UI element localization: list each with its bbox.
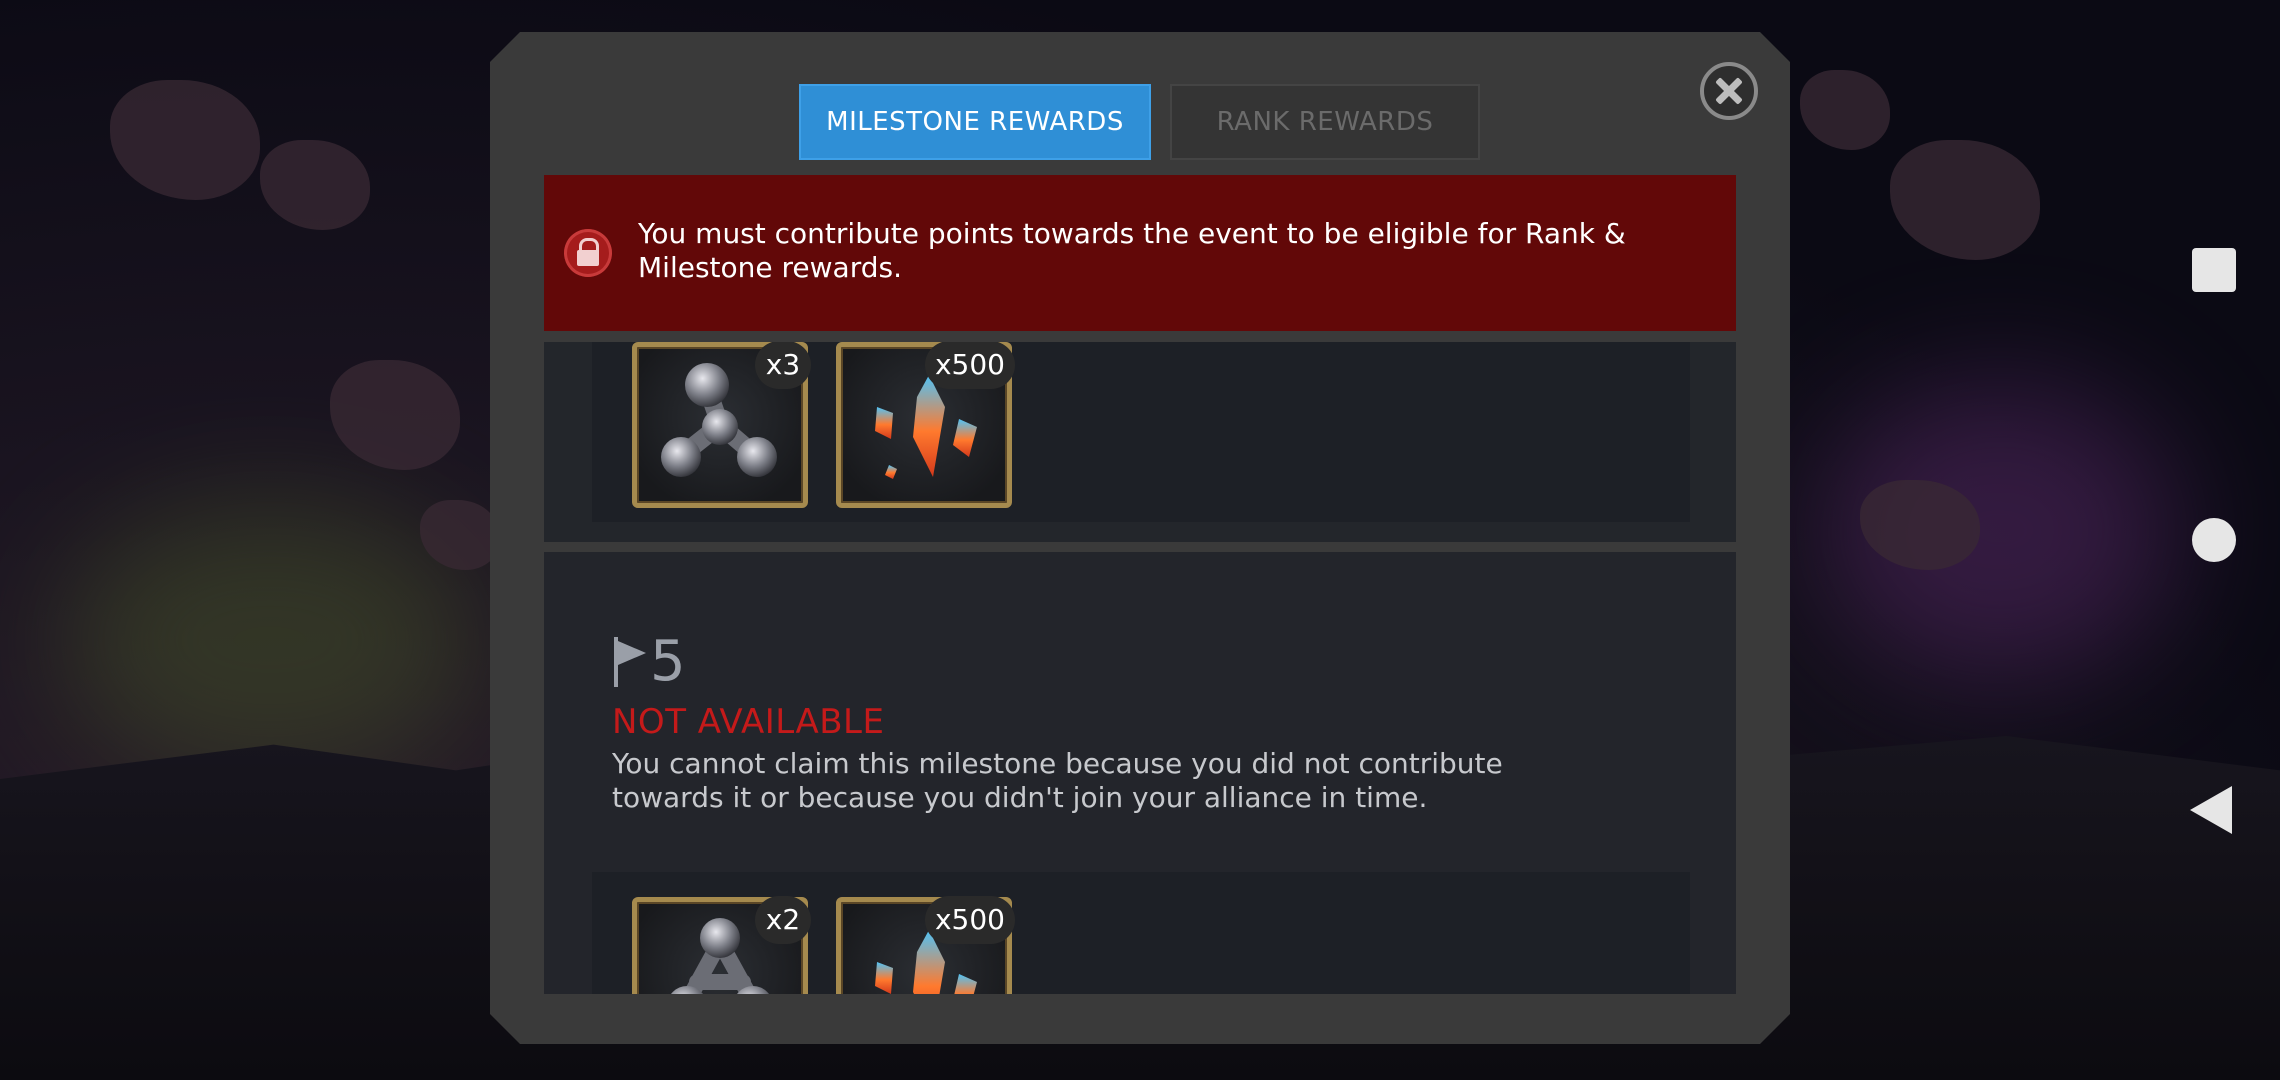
- tab-rank-rewards[interactable]: RANK REWARDS: [1170, 84, 1480, 160]
- milestone-number-value: 5: [650, 629, 686, 694]
- flag-cloth: [618, 641, 646, 665]
- reward-count: x3: [755, 342, 811, 389]
- milestone-number: 5: [612, 634, 686, 690]
- warning-message: You must contribute points towards the e…: [638, 217, 1626, 284]
- reward-count: x2: [755, 896, 811, 944]
- reward-item[interactable]: x500: [836, 342, 1015, 508]
- close-button[interactable]: [1700, 62, 1758, 120]
- asteroid: [1890, 140, 2040, 260]
- milestone-list[interactable]: x3 x500 5 NOT AVAILABLE You cannot claim…: [544, 342, 1736, 994]
- recent-apps-button[interactable]: [2192, 248, 2236, 292]
- asteroid: [260, 140, 370, 230]
- home-button[interactable]: [2192, 518, 2236, 562]
- status-not-available: NOT AVAILABLE: [612, 702, 885, 742]
- milestone-card: x3 x500: [544, 342, 1736, 542]
- reward-count: x500: [924, 896, 1015, 944]
- asteroid: [330, 360, 460, 470]
- reward-item[interactable]: x500: [836, 896, 1015, 994]
- asteroid: [110, 80, 260, 200]
- eligibility-warning-banner: You must contribute points towards the e…: [544, 175, 1736, 331]
- reward-item[interactable]: x3: [632, 342, 811, 508]
- reward-count: x500: [924, 342, 1015, 389]
- milestone-card: 5 NOT AVAILABLE You cannot claim this mi…: [544, 552, 1736, 994]
- tab-milestone-rewards[interactable]: MILESTONE REWARDS: [799, 84, 1151, 160]
- asteroid: [1800, 70, 1890, 150]
- background-glow: [60, 500, 480, 780]
- back-button[interactable]: [2190, 786, 2232, 834]
- status-description: You cannot claim this milestone because …: [612, 747, 1503, 814]
- lock-icon: [564, 229, 612, 277]
- lock-body: [577, 250, 599, 266]
- flag-icon: [612, 637, 648, 687]
- reward-item[interactable]: x2: [632, 896, 811, 994]
- section-divider: [544, 542, 1736, 552]
